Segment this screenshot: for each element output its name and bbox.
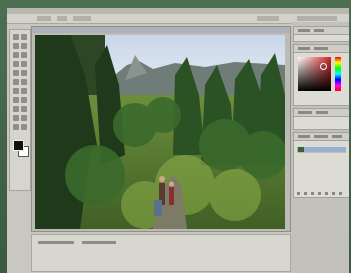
color-panel-tabs[interactable] [294,27,349,35]
gradient-icon[interactable] [21,79,27,85]
tab-swatches[interactable] [314,47,328,50]
slice-icon[interactable] [21,52,27,58]
options-bar-control[interactable] [257,16,279,21]
color-picker-cursor[interactable] [320,63,327,70]
app-screen [7,8,349,273]
layers-panel-footer[interactable] [297,192,346,195]
tab-actions[interactable] [316,111,328,114]
forest-path-photo [35,35,285,229]
history-panel [293,108,349,130]
layer-row[interactable] [297,147,346,153]
zoom-icon[interactable] [21,124,27,130]
tab-info[interactable] [314,29,324,32]
hand-icon[interactable] [13,124,19,130]
tab-paths[interactable] [332,135,342,138]
right-panel-dock [291,22,349,273]
foreground-color-swatch[interactable] [13,140,24,151]
tab-layers[interactable] [298,135,310,138]
eyedropper-icon[interactable] [21,115,27,121]
magic-wand-icon[interactable] [21,43,27,49]
status-bar [31,234,291,272]
hue-slider[interactable] [335,57,341,91]
history-brush-icon[interactable] [21,70,27,76]
tab-navigator[interactable] [298,29,310,32]
color-picker-panel [293,44,349,106]
document-canvas[interactable] [35,35,285,229]
document-title-bar[interactable] [32,27,290,33]
tab-color[interactable] [298,47,310,50]
document-window [31,26,291,232]
path-select-icon[interactable] [13,97,19,103]
layers-panel-tabs[interactable] [294,133,349,141]
shape-icon[interactable] [21,106,27,112]
color-panel [293,26,349,42]
type-icon[interactable] [21,97,27,103]
options-bar-control[interactable] [37,16,51,21]
marquee-icon[interactable] [21,34,27,40]
layers-panel [293,132,349,198]
eraser-icon[interactable] [13,79,19,85]
status-text [82,241,116,244]
clone-stamp-icon[interactable] [13,70,19,76]
blur-icon[interactable] [13,88,19,94]
tab-history[interactable] [298,111,312,114]
move-icon[interactable] [13,34,19,40]
brush-icon[interactable] [21,61,27,67]
status-text [38,241,74,244]
options-bar-control[interactable] [297,16,337,21]
dodge-icon[interactable] [21,88,27,94]
tool-palette [9,29,31,191]
healing-brush-icon[interactable] [13,61,19,67]
pen-icon[interactable] [13,106,19,112]
color-field[interactable] [298,57,331,91]
options-bar-control[interactable] [73,16,91,21]
tab-channels[interactable] [314,135,328,138]
layer-thumbnail [298,147,304,152]
crop-icon[interactable] [13,52,19,58]
history-panel-tabs[interactable] [294,109,349,117]
notes-icon[interactable] [13,115,19,121]
color-picker-tabs[interactable] [294,45,349,53]
options-bar-control[interactable] [57,16,67,21]
lasso-icon[interactable] [13,43,19,49]
